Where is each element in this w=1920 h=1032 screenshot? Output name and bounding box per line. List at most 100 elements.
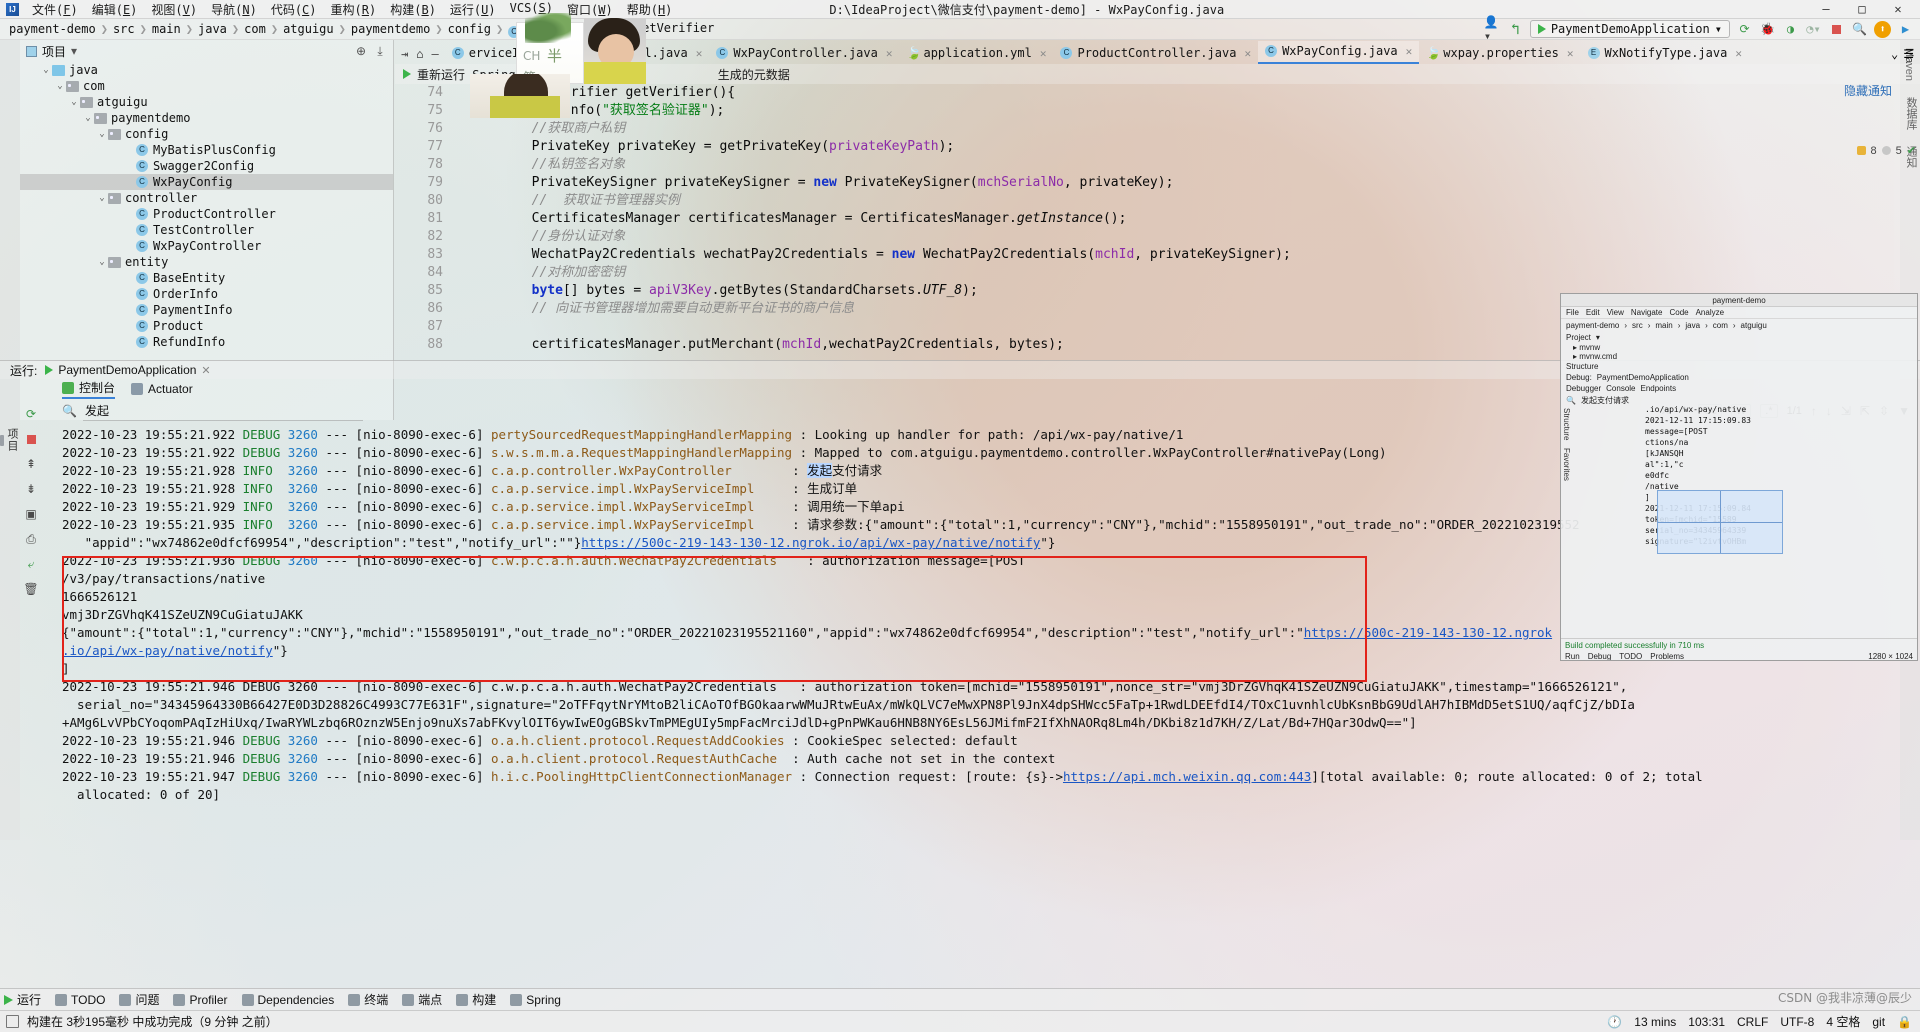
search-input[interactable] [82, 402, 283, 419]
tree-node-paymentdemo[interactable]: ⌄ paymentdemo [20, 110, 393, 126]
collapse-all-icon[interactable]: ⤓ [373, 44, 387, 58]
mini-structure-tab[interactable]: Structure [1561, 404, 1572, 444]
bottom-tool-window-bar[interactable]: 运行 TODO 问题 Profiler Dependencies 终端 端点 构建 Spring [0, 988, 1920, 1010]
mini-tab-2[interactable]: Endpoints [1641, 384, 1677, 393]
mini-status-item-1[interactable]: Debug [1588, 652, 1612, 660]
code-line[interactable]: //私钥签名对象 [469, 156, 1920, 174]
toolwindow-运行[interactable]: 运行 [4, 991, 41, 1008]
run-configuration-selector[interactable]: PaymentDemoApplication ▾ [1529, 20, 1730, 38]
expand-icon[interactable]: ⇥ [401, 47, 408, 61]
menu-item-6[interactable]: 构建(B) [383, 1, 443, 18]
expand-arrow-icon[interactable]: ⌄ [68, 97, 80, 107]
search-icon[interactable]: 🔍 [1851, 21, 1868, 38]
mini-crumb-5[interactable]: atguigu [1741, 321, 1767, 330]
tree-node-Swagger2Config[interactable]: C Swagger2Config [20, 158, 393, 174]
wrap-icon[interactable]: ⤶ [23, 556, 39, 572]
chevron-down-icon[interactable]: ⌄ [1891, 47, 1898, 61]
toolwindow-问题[interactable]: 问题 [119, 991, 159, 1008]
update-icon[interactable]: ⬆ [1874, 20, 1891, 38]
minus-icon[interactable]: — [431, 47, 438, 61]
expand-arrow-icon[interactable]: ⌄ [82, 113, 94, 123]
tree-node-RefundInfo[interactable]: C RefundInfo [20, 334, 393, 350]
stop-icon[interactable] [23, 431, 39, 447]
tree-node-java[interactable]: ⌄ java [20, 62, 393, 78]
log-link[interactable]: https://500c-219-143-130-12.ngrok.io/api… [581, 535, 1040, 550]
mini-tree-node-1[interactable]: ▸ mvnw.cmd [1573, 352, 1917, 361]
code-line[interactable]: //身份认证对象 [469, 228, 1920, 246]
code-line[interactable]: PrivateKey privateKey = getPrivateKey(pr… [469, 138, 1920, 156]
tree-node-controller[interactable]: ⌄ controller [20, 190, 393, 206]
tree-node-com[interactable]: ⌄ com [20, 78, 393, 94]
menu-item-0[interactable]: 文件(F) [25, 1, 85, 18]
file-encoding[interactable]: UTF-8 [1780, 1015, 1814, 1029]
close-icon[interactable]: ✕ [1040, 47, 1047, 60]
toolwindow-Profiler[interactable]: Profiler [173, 993, 228, 1007]
menu-item-1[interactable]: 编辑(E) [85, 1, 145, 18]
log-link[interactable]: https://api.mch.weixin.qq.com:443 [1063, 769, 1311, 784]
close-icon[interactable]: ✕ [886, 47, 893, 60]
home-icon[interactable]: ⌂ [416, 47, 423, 61]
mini-breadcrumb[interactable]: payment-demo › src › main › java › com › atguigu [1561, 319, 1917, 332]
search-field-wrap[interactable] [82, 402, 363, 421]
secondary-ide-window[interactable]: payment-demo File Edit View Navigate Code Ana… [1560, 293, 1918, 661]
menu-item-2[interactable]: 视图(V) [144, 1, 204, 18]
mini-project-tree[interactable]: ▸ mvnw ▸ mvnw.cmd [1561, 343, 1917, 361]
menu-item-3[interactable]: 导航(N) [204, 1, 264, 18]
chevron-down-icon[interactable]: ▾ [1715, 22, 1722, 36]
mini-favorites-tab[interactable]: Favorites [1561, 444, 1572, 485]
editor-tab-3[interactable]: 🍃 application.yml ✕ [899, 43, 1053, 64]
editor-tab-5[interactable]: C WxPayConfig.java ✕ [1258, 41, 1420, 64]
session-timer[interactable]: 13 mins [1634, 1015, 1676, 1029]
screenshot-selection-box[interactable]: (93, 197) [1657, 490, 1783, 554]
coverage-icon[interactable]: ◑ [1782, 21, 1799, 38]
editor-tab-6[interactable]: 🍃 wxpay.properties ✕ [1419, 43, 1580, 64]
mini-menu-item-0[interactable]: File [1566, 308, 1579, 317]
tree-node-ProductController[interactable]: C ProductController [20, 206, 393, 222]
breadcrumb-item-2[interactable]: main [149, 22, 184, 36]
debug-icon[interactable]: 🐞 [1759, 21, 1776, 38]
tree-node-WxPayConfig[interactable]: C WxPayConfig [20, 174, 393, 190]
target-icon[interactable]: ⊕ [354, 44, 368, 58]
breadcrumb-item-5[interactable]: atguigu [280, 22, 337, 36]
expand-arrow-icon[interactable]: ⌄ [40, 65, 52, 75]
menu-bar[interactable]: 文件(F) 编辑(E) 视图(V) 导航(N) 代码(C) 重构(R) 构建(B) 运行(U)… [25, 1, 679, 18]
tree-node-BaseEntity[interactable]: C BaseEntity [20, 270, 393, 286]
expand-arrow-icon[interactable]: ⌄ [54, 81, 66, 91]
trash-icon[interactable]: 🗑 [23, 581, 39, 597]
code-line[interactable]: PrivateKeySigner privateKeySigner = new … [469, 174, 1920, 192]
tree-node-MyBatisPlusConfig[interactable]: C MyBatisPlusConfig [20, 142, 393, 158]
mini-structure-label[interactable]: Structure [1561, 361, 1917, 372]
expand-arrow-icon[interactable]: ⌄ [96, 129, 108, 139]
tree-node-TestController[interactable]: C TestController [20, 222, 393, 238]
mini-tab-1[interactable]: Console [1606, 384, 1635, 393]
mini-tree-node-0[interactable]: ▸ mvnw [1573, 343, 1917, 352]
line-separator[interactable]: CRLF [1737, 1015, 1768, 1029]
close-icon[interactable]: ✕ [1244, 47, 1251, 60]
down-icon[interactable]: ⇟ [23, 481, 39, 497]
console-toolbar[interactable]: ⟳ ⇞ ⇟ ▣ ⎙ ⤶ 🗑 [18, 400, 44, 988]
ide-icon[interactable]: ▶ [1897, 21, 1914, 38]
mini-status-item-0[interactable]: Run [1565, 652, 1580, 660]
menu-item-7[interactable]: 运行(U) [443, 1, 503, 18]
stop-icon[interactable] [1828, 21, 1845, 38]
camera-icon[interactable]: ▣ [23, 506, 39, 522]
breadcrumb-item-0[interactable]: payment-demo [6, 22, 99, 36]
mini-status-item-2[interactable]: TODO [1619, 652, 1642, 660]
tree-node-OrderInfo[interactable]: C OrderInfo [20, 286, 393, 302]
close-icon[interactable]: ✕ [696, 47, 703, 60]
code-line[interactable]: //对称加密密钥 [469, 264, 1920, 282]
toolwindow-终端[interactable]: 终端 [348, 991, 388, 1008]
tree-node-WxPayController[interactable]: C WxPayController [20, 238, 393, 254]
editor-tab-4[interactable]: C ProductController.java ✕ [1053, 43, 1258, 64]
profiler-icon[interactable]: ◔▾ [1805, 21, 1822, 38]
expand-arrow-icon[interactable]: ⌄ [96, 257, 108, 267]
mini-status-item-3[interactable]: Problems [1650, 652, 1684, 660]
mini-crumb-2[interactable]: main [1655, 321, 1672, 330]
code-line[interactable]: log.info("获取签名验证器"); [469, 102, 1920, 120]
run-config-tab[interactable]: PaymentDemoApplication ✕ [45, 363, 211, 377]
close-icon[interactable]: ✕ [1406, 45, 1413, 58]
close-icon[interactable]: ✕ [1735, 47, 1742, 60]
mini-menu-item-3[interactable]: Navigate [1631, 308, 1663, 317]
caret-position[interactable]: 103:31 [1688, 1015, 1725, 1029]
back-arrow-icon[interactable]: ↰ [1507, 20, 1524, 38]
